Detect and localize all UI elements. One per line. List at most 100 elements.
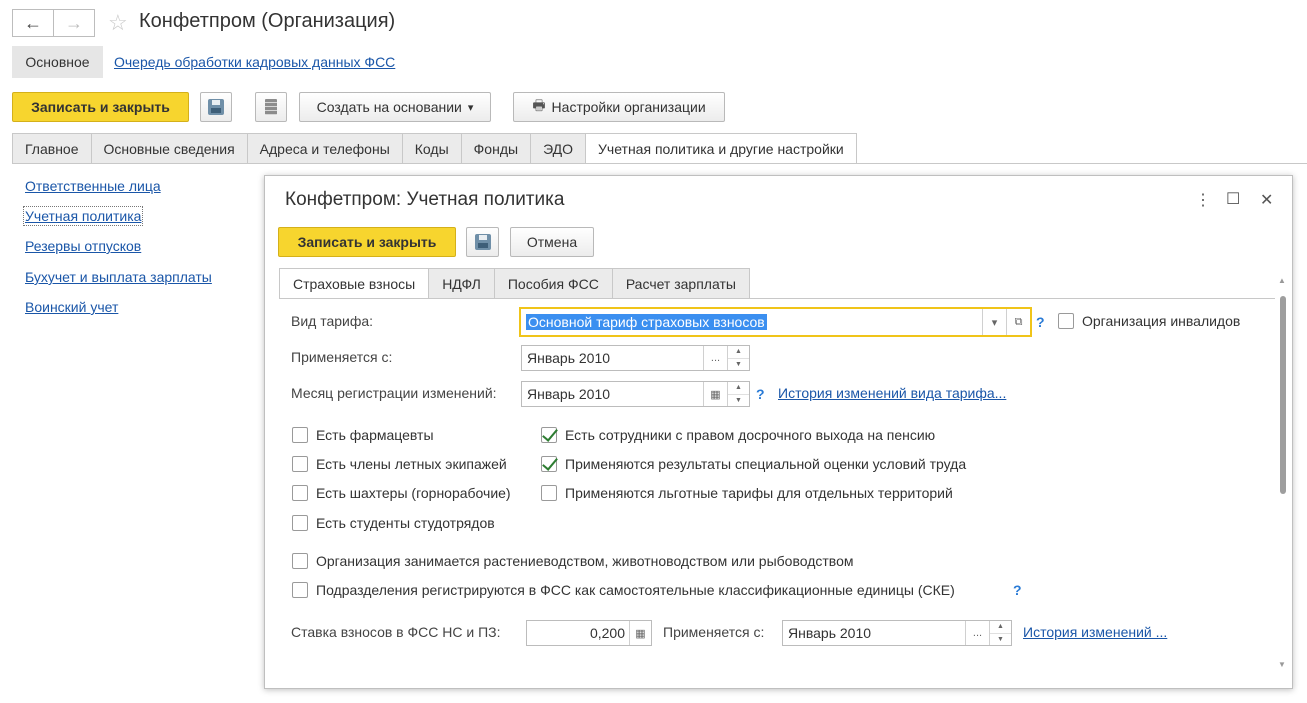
tariff-history-link[interactable]: История изменений вида тарифа... — [778, 385, 1006, 401]
help-icon[interactable]: ? — [756, 386, 765, 402]
pharmacists-checkbox[interactable]: Есть фармацевты — [292, 427, 434, 443]
applies-from-field[interactable]: Январь 2010 ... ▲ ▼ — [521, 345, 750, 371]
fss-applies-value: Январь 2010 — [788, 625, 872, 641]
tab-fss-benefits[interactable]: Пособия ФСС — [493, 268, 612, 299]
tab-ndfl[interactable]: НДФЛ — [428, 268, 494, 299]
save-close-button[interactable]: Записать и закрыть — [12, 92, 189, 122]
students-checkbox[interactable]: Есть студенты студотрядов — [292, 515, 495, 531]
tab-edo[interactable]: ЭДО — [530, 133, 586, 164]
help-icon[interactable]: ? — [1013, 582, 1022, 598]
early-retirement-checkbox[interactable]: Есть сотрудники с правом досрочного выхо… — [541, 427, 935, 443]
dialog-tabs-divider — [279, 298, 1275, 299]
back-button[interactable]: ← — [12, 9, 54, 37]
checkbox-box — [292, 515, 308, 531]
tariff-label: Вид тарифа: — [291, 313, 374, 329]
checkbox-box — [292, 582, 308, 598]
checkbox-box — [292, 553, 308, 569]
calculator-icon[interactable]: ▦ — [629, 621, 651, 645]
org-settings-button[interactable]: 🖶 Настройки организации — [513, 92, 725, 122]
checkbox-box — [541, 485, 557, 501]
scrollbar-thumb[interactable] — [1280, 296, 1286, 494]
more-icon[interactable]: ⋮ — [1195, 190, 1211, 210]
tab-addresses[interactable]: Адреса и телефоны — [246, 133, 402, 164]
calendar-icon[interactable]: ▦ — [703, 382, 727, 406]
pharmacists-label: Есть фармацевты — [316, 427, 434, 443]
close-icon[interactable]: ✕ — [1260, 190, 1273, 210]
fss-rate-label: Ставка взносов в ФСС НС и ПЗ: — [291, 624, 501, 640]
ellipsis-icon[interactable]: ... — [703, 346, 727, 370]
tab-main-mode[interactable]: Основное — [12, 46, 103, 78]
sidebar-item-policy[interactable]: Учетная политика — [22, 206, 144, 226]
favorite-star-icon[interactable]: ☆ — [108, 10, 128, 36]
agriculture-checkbox[interactable]: Организация занимается растениеводством,… — [292, 553, 853, 569]
miners-checkbox[interactable]: Есть шахтеры (горнорабочие) — [292, 485, 511, 501]
spin-control[interactable]: ▲ ▼ — [727, 346, 749, 370]
policy-dialog: Конфетпром: Учетная политика ⋮ ☐ ✕ Запис… — [264, 175, 1293, 689]
fss-rate-field[interactable]: 0,200 ▦ — [526, 620, 652, 646]
maximize-icon[interactable]: ☐ — [1226, 189, 1240, 209]
ske-checkbox[interactable]: Подразделения регистрируются в ФСС как с… — [292, 582, 955, 598]
fss-rate-value: 0,200 — [589, 625, 625, 641]
dropdown-icon[interactable]: ▾ — [982, 309, 1006, 335]
ske-label: Подразделения регистрируются в ФСС как с… — [316, 582, 955, 598]
disabled-org-label: Организация инвалидов — [1082, 313, 1241, 329]
open-icon[interactable]: ⧉ — [1006, 309, 1030, 335]
dialog-save-close-button[interactable]: Записать и закрыть — [278, 227, 456, 257]
applies-from-label: Применяется с: — [291, 349, 393, 365]
reg-month-field[interactable]: Январь 2010 ▦ ▲ ▼ — [521, 381, 750, 407]
queue-link[interactable]: Очередь обработки кадровых данных ФСС — [114, 54, 395, 70]
floppy-icon — [208, 99, 224, 115]
main-tabs: Главное Основные сведения Адреса и телеф… — [12, 133, 857, 164]
chevron-down-icon: ▾ — [467, 101, 474, 114]
ellipsis-icon[interactable]: ... — [965, 621, 989, 645]
scroll-up-icon[interactable]: ▲ — [1278, 276, 1286, 285]
sidebar-item-payroll[interactable]: Бухучет и выплата зарплаты — [25, 269, 212, 285]
disabled-org-checkbox[interactable]: Организация инвалидов — [1058, 313, 1240, 329]
dialog-title: Конфетпром: Учетная политика — [285, 189, 565, 210]
floppy-icon — [474, 234, 491, 250]
fss-applies-field[interactable]: Январь 2010 ... ▲ ▼ — [782, 620, 1012, 646]
printer-icon: 🖶 — [532, 97, 546, 113]
flight-crew-checkbox[interactable]: Есть члены летных экипажей — [292, 456, 507, 472]
sidebar-item-reserves[interactable]: Резервы отпусков — [25, 238, 141, 254]
checkbox-box-checked — [541, 427, 557, 443]
save-button[interactable] — [200, 92, 232, 122]
arrow-left-icon: ← — [24, 12, 42, 33]
fss-history-link[interactable]: История изменений ... — [1023, 624, 1167, 640]
tab-codes[interactable]: Коды — [401, 133, 461, 164]
tab-basic-info[interactable]: Основные сведения — [90, 133, 247, 164]
preferential-tariffs-label: Применяются льготные тарифы для отдельны… — [565, 485, 953, 501]
tab-accounting-policy[interactable]: Учетная политика и другие настройки — [585, 133, 857, 164]
preferential-tariffs-checkbox[interactable]: Применяются льготные тарифы для отдельны… — [541, 485, 953, 501]
tariff-select[interactable]: Основной тариф страховых взносов ▾ ⧉ — [519, 307, 1032, 337]
spin-control[interactable]: ▲ ▼ — [989, 621, 1011, 645]
checkbox-box — [292, 427, 308, 443]
special-assessment-checkbox[interactable]: Применяются результаты специальной оценк… — [541, 456, 966, 472]
document-icon — [265, 99, 277, 115]
cancel-button[interactable]: Отмена — [510, 227, 594, 257]
tab-funds[interactable]: Фонды — [460, 133, 531, 164]
checkbox-box-checked — [541, 456, 557, 472]
forward-button[interactable]: → — [53, 9, 95, 37]
tab-payroll-calc[interactable]: Расчет зарплаты — [611, 268, 750, 299]
create-based-button[interactable]: Создать на основании ▾ — [299, 92, 491, 122]
tab-insurance[interactable]: Страховые взносы — [279, 268, 429, 299]
report-button[interactable] — [255, 92, 287, 122]
scroll-down-icon[interactable]: ▼ — [1278, 660, 1286, 669]
checkbox-box — [292, 456, 308, 472]
tab-main[interactable]: Главное — [12, 133, 91, 164]
help-icon[interactable]: ? — [1036, 314, 1045, 330]
sidebar-item-military[interactable]: Воинский учет — [25, 299, 118, 315]
reg-month-value: Январь 2010 — [527, 386, 611, 402]
miners-label: Есть шахтеры (горнорабочие) — [316, 485, 511, 501]
dialog-save-button[interactable] — [466, 227, 499, 257]
spin-control[interactable]: ▲ ▼ — [727, 382, 749, 406]
checkbox-box — [1058, 313, 1074, 329]
early-retirement-label: Есть сотрудники с правом досрочного выхо… — [565, 427, 936, 443]
tabs-divider — [12, 163, 1307, 164]
flight-crew-label: Есть члены летных экипажей — [316, 456, 507, 472]
agriculture-label: Организация занимается растениеводством,… — [316, 553, 854, 569]
sidebar-item-responsible[interactable]: Ответственные лица — [25, 178, 161, 194]
page-title: Конфетпром (Организация) — [139, 10, 396, 32]
tariff-value: Основной тариф страховых взносов — [526, 314, 767, 330]
